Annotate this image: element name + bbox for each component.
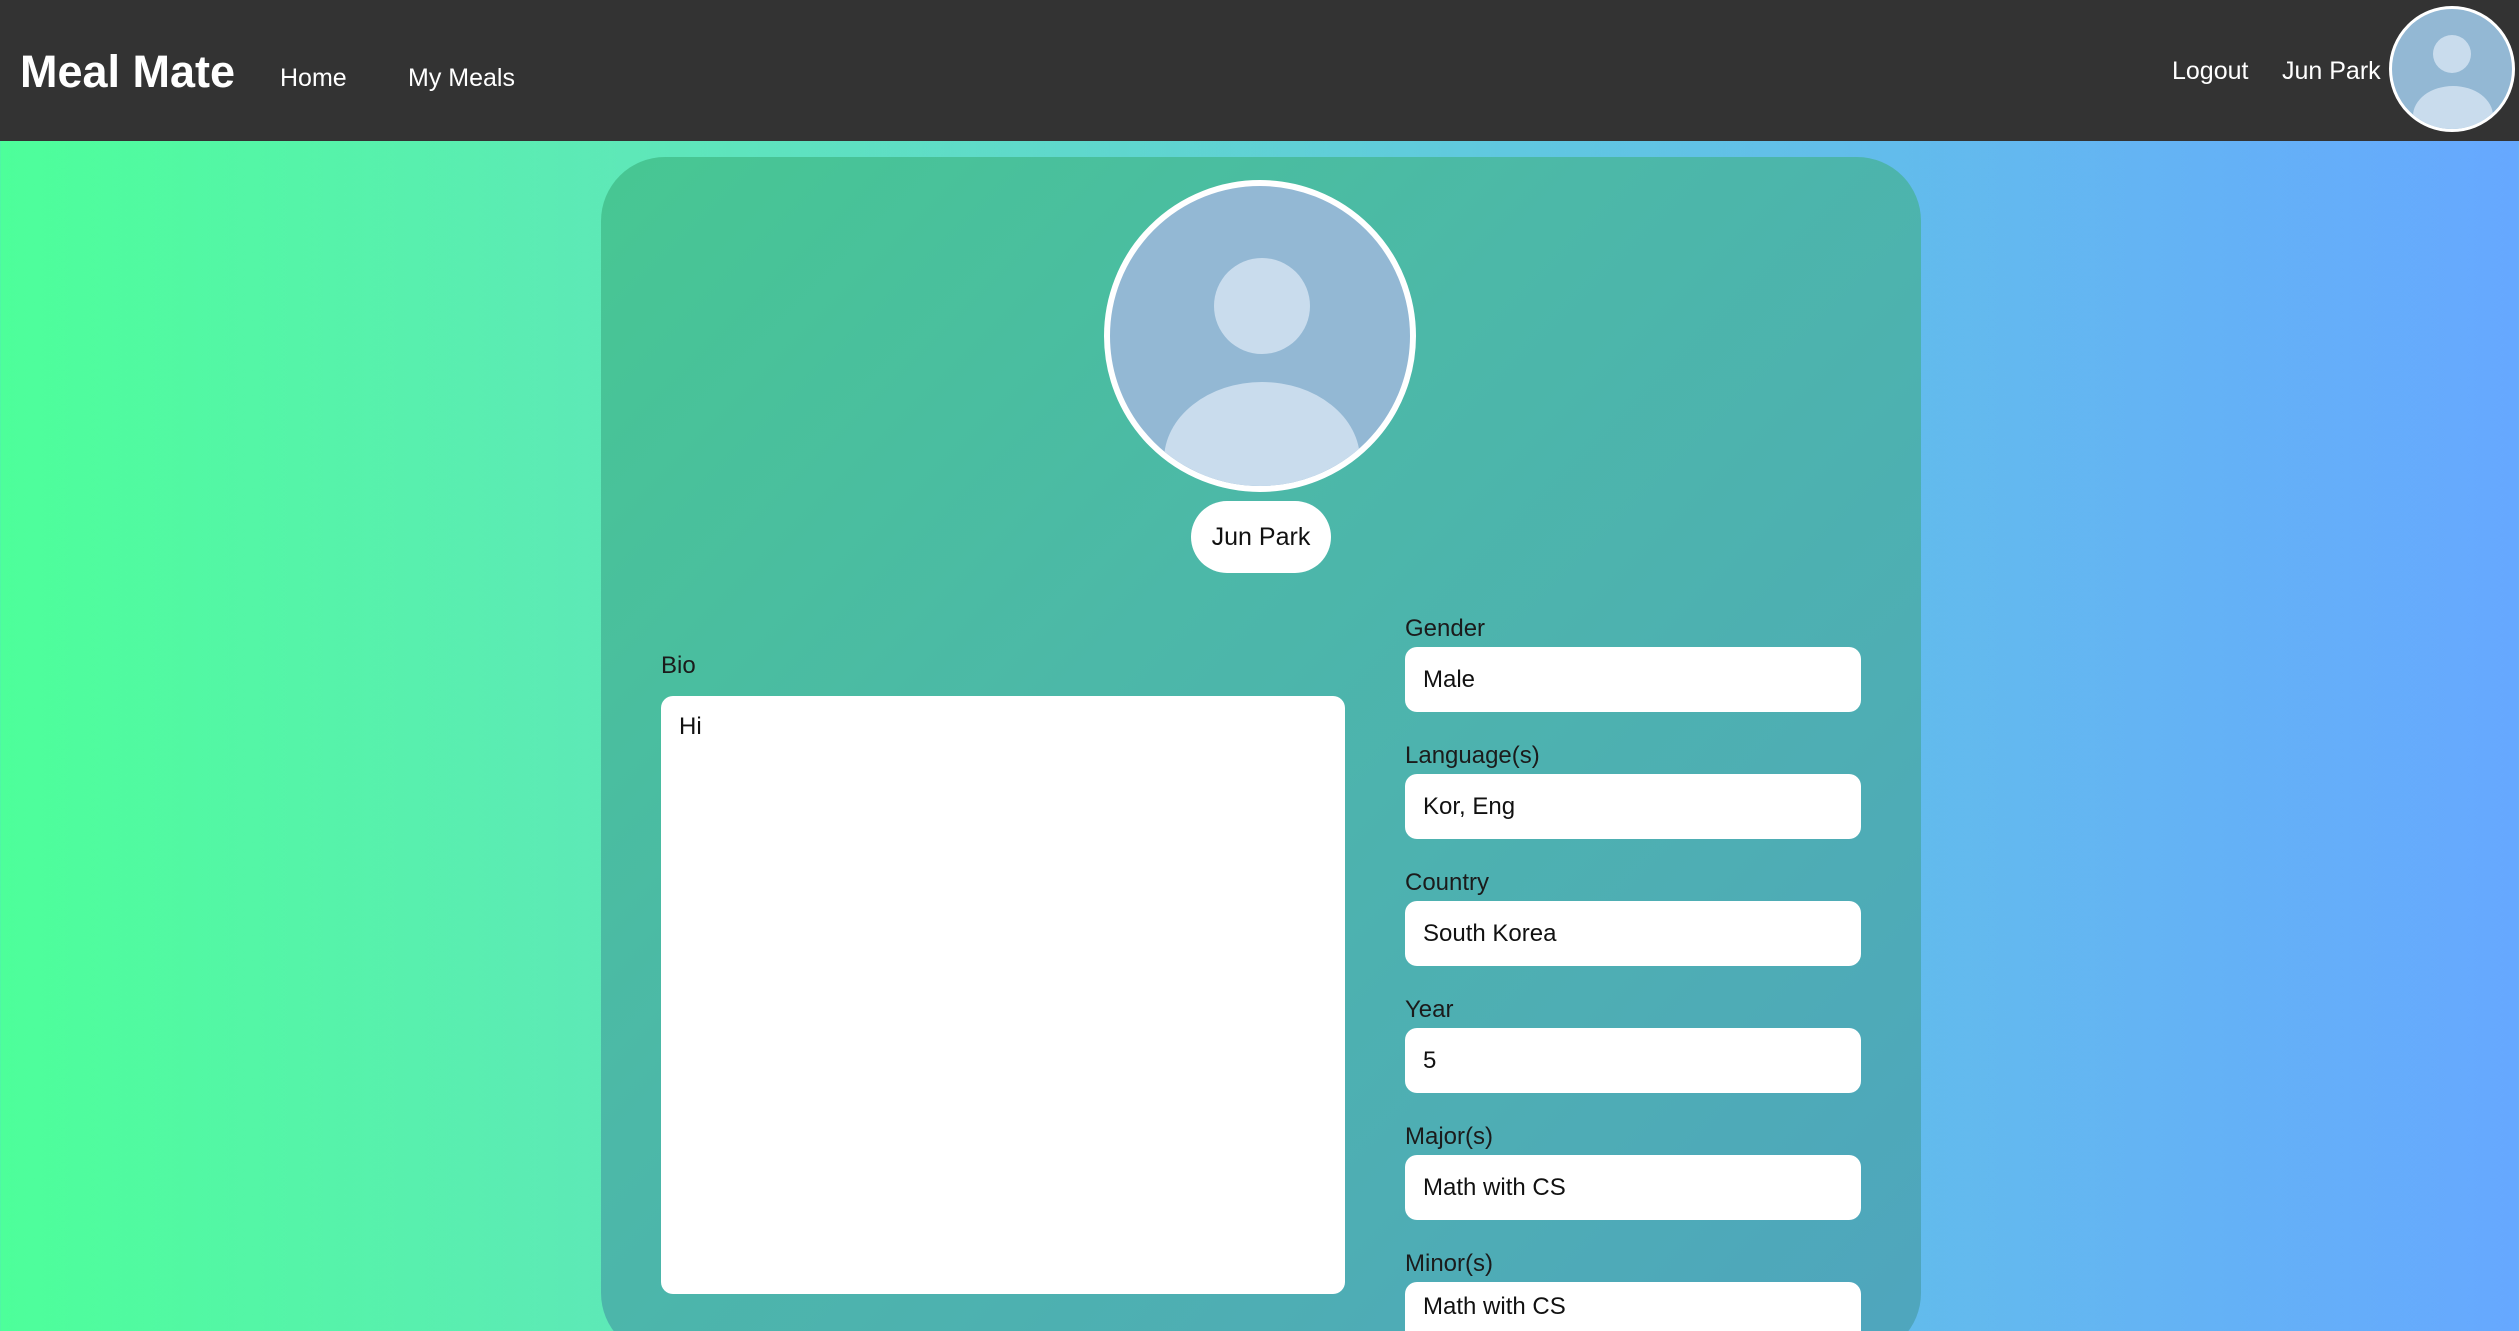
nav-user-name-link[interactable]: Jun Park xyxy=(2282,55,2381,87)
gender-label: Gender xyxy=(1405,615,1486,642)
country-field[interactable] xyxy=(1405,901,1861,966)
year-field[interactable] xyxy=(1405,1028,1861,1093)
nav-home-link[interactable]: Home xyxy=(280,62,347,94)
minors-label: Minor(s) xyxy=(1405,1250,1493,1277)
avatar-body-shape xyxy=(2413,86,2493,129)
navbar: Meal Mate Home My Meals Logout Jun Park xyxy=(0,0,2519,141)
nav-my-meals-link[interactable]: My Meals xyxy=(408,62,515,94)
languages-label: Language(s) xyxy=(1405,742,1540,769)
languages-field[interactable] xyxy=(1405,774,1861,839)
profile-avatar-icon[interactable] xyxy=(1104,180,1416,492)
year-label: Year xyxy=(1405,996,1454,1023)
user-avatar-icon[interactable] xyxy=(2389,6,2515,132)
avatar-head-shape xyxy=(2433,35,2471,73)
gender-field[interactable] xyxy=(1405,647,1861,712)
majors-label: Major(s) xyxy=(1405,1123,1493,1150)
bio-label: Bio xyxy=(661,652,696,679)
minors-field[interactable] xyxy=(1405,1282,1861,1331)
logout-link[interactable]: Logout xyxy=(2172,55,2248,87)
country-label: Country xyxy=(1405,869,1490,896)
bio-textarea[interactable]: Hi xyxy=(661,696,1345,1294)
avatar-head-shape xyxy=(1214,258,1310,354)
avatar-body-shape xyxy=(1164,382,1360,486)
profile-name-badge: Jun Park xyxy=(1191,501,1331,573)
brand-logo[interactable]: Meal Mate xyxy=(20,44,235,100)
majors-field[interactable] xyxy=(1405,1155,1861,1220)
